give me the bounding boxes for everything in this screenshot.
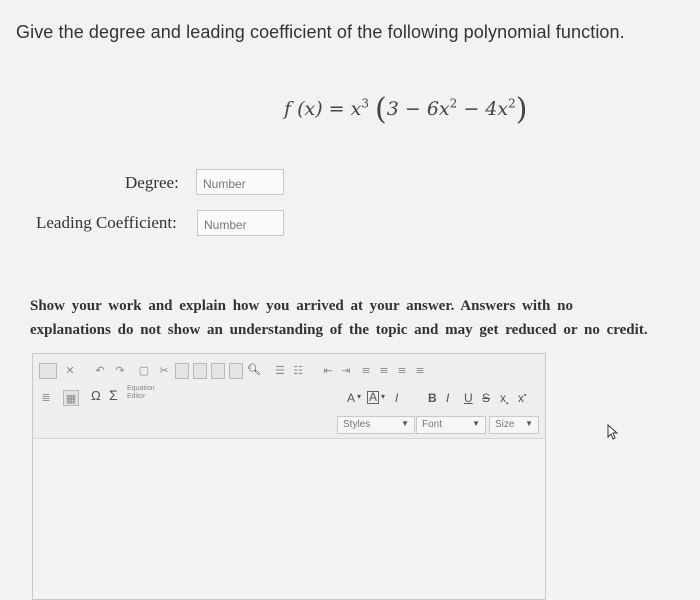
- size-dropdown[interactable]: Size ▼: [489, 416, 539, 434]
- copy-icon[interactable]: [175, 363, 189, 379]
- equation-editor-button[interactable]: Equation Editor: [127, 385, 163, 401]
- align-left-icon[interactable]: ≡: [359, 363, 373, 377]
- leading-coefficient-input[interactable]: Number: [197, 210, 284, 236]
- question-text: Give the degree and leading coefficient …: [16, 22, 625, 42]
- instructions: Show your work and explain how you arriv…: [30, 294, 700, 342]
- bold-button[interactable]: B: [428, 391, 437, 405]
- formula-term-b: − 4x: [457, 98, 509, 120]
- paste-icon[interactable]: [193, 363, 207, 379]
- indent-icon[interactable]: ⇥: [339, 363, 353, 377]
- bulleted-list-icon[interactable]: ☷: [291, 363, 305, 377]
- formula-exponent-2b: 2: [508, 96, 516, 111]
- subscript-button[interactable]: x▪: [500, 391, 508, 407]
- instructions-line-1: Show your work and explain how you arriv…: [30, 298, 573, 314]
- underline-button[interactable]: U: [464, 391, 473, 405]
- formula-lhs: f (x) = x: [284, 98, 362, 120]
- chevron-down-icon: ▼: [472, 419, 480, 428]
- strikethrough-button[interactable]: S: [482, 391, 490, 405]
- degree-label: Degree:: [125, 173, 179, 192]
- editor-toolbar: ✕ ↶ ↷ ▢ ✂ 🔍︎ ☰ ☷ ⇤ ⇥ ≡ ≡ ≡ ≡ ≣ ▦ Ω Σ Equ…: [33, 354, 545, 439]
- outdent-icon[interactable]: ⇤: [321, 363, 335, 377]
- formula-term-a: 3 − 6x: [386, 98, 450, 120]
- italic-button[interactable]: I: [446, 391, 449, 405]
- paste-text-icon[interactable]: [211, 363, 225, 379]
- editor-content-area[interactable]: [33, 439, 545, 599]
- text-color-dropdown-icon[interactable]: ▾: [357, 392, 361, 401]
- degree-input[interactable]: Number: [196, 169, 284, 195]
- text-color-button[interactable]: A: [347, 391, 355, 405]
- mouse-cursor-icon: [607, 423, 619, 445]
- align-center-icon[interactable]: ≡: [377, 363, 391, 377]
- background-color-button[interactable]: A: [367, 391, 380, 404]
- leading-coefficient-label: Leading Coefficient:: [36, 213, 177, 232]
- numbered-list-icon[interactable]: ☰: [273, 363, 287, 377]
- superscript-button[interactable]: x▪: [518, 391, 526, 405]
- styles-label: Styles: [343, 419, 371, 430]
- remove-format-button[interactable]: I: [395, 391, 398, 405]
- justify-icon[interactable]: ≡: [413, 363, 427, 377]
- font-label: Font: [422, 419, 443, 430]
- align-right-icon[interactable]: ≡: [395, 363, 409, 377]
- maximize-icon[interactable]: ✕: [63, 363, 77, 377]
- special-character-icon[interactable]: Ω: [91, 388, 101, 403]
- font-dropdown[interactable]: Font ▼: [416, 416, 486, 434]
- find-icon[interactable]: 🔍︎: [247, 362, 261, 376]
- polynomial-formula: f (x) = x3 (3 − 6x2 − 4x2): [284, 88, 527, 127]
- chevron-down-icon: ▼: [525, 419, 533, 428]
- rich-text-editor: ✕ ↶ ↷ ▢ ✂ 🔍︎ ☰ ☷ ⇤ ⇥ ≡ ≡ ≡ ≡ ≣ ▦ Ω Σ Equ…: [32, 353, 546, 600]
- template-icon[interactable]: ▢: [137, 363, 151, 377]
- paste-word-icon[interactable]: [229, 363, 243, 379]
- horizontal-rule-icon[interactable]: ≣: [39, 390, 53, 404]
- formula-exponent-3: 3: [361, 96, 369, 111]
- background-color-dropdown-icon[interactable]: ▾: [381, 392, 385, 401]
- table-icon[interactable]: ▦: [63, 390, 79, 406]
- chevron-down-icon: ▼: [401, 419, 409, 428]
- size-label: Size: [495, 419, 515, 430]
- cut-icon[interactable]: ✂: [157, 363, 171, 377]
- formula-open-paren: (: [375, 92, 387, 127]
- undo-icon[interactable]: ↶: [93, 363, 107, 377]
- formula-close-paren: ): [515, 92, 528, 127]
- styles-dropdown[interactable]: Styles ▼: [337, 416, 415, 434]
- instructions-line-2: explanations do not show an understandin…: [30, 322, 648, 338]
- redo-icon[interactable]: ↷: [113, 363, 127, 377]
- sum-icon[interactable]: Σ: [109, 387, 118, 403]
- source-icon[interactable]: [39, 363, 57, 379]
